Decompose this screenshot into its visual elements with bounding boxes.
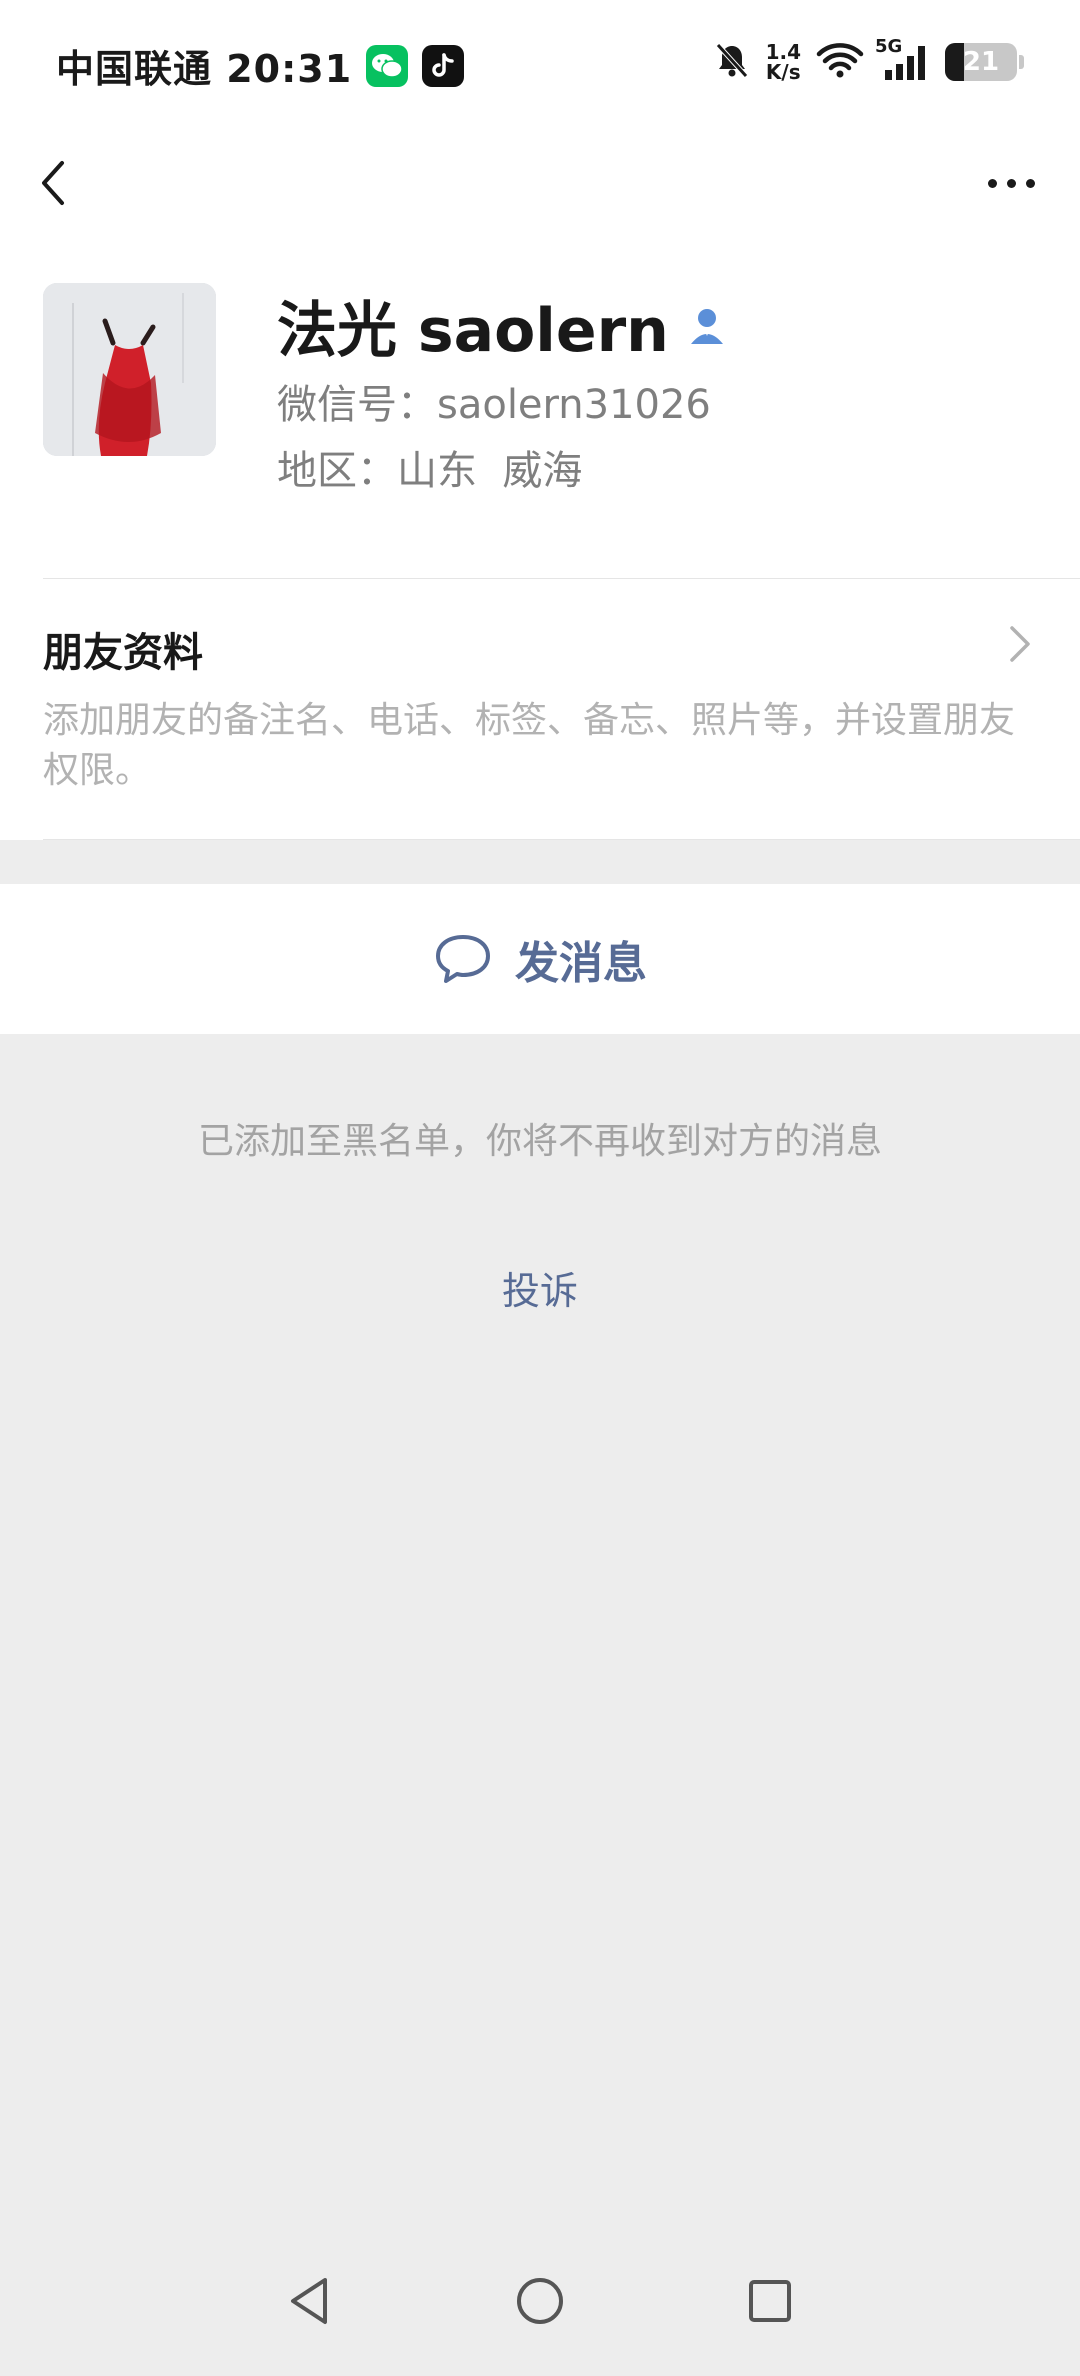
wifi-icon	[815, 40, 865, 84]
system-back-button[interactable]	[275, 2266, 345, 2336]
wechat-id: 微信号：saolern31026	[277, 382, 711, 428]
chevron-left-icon	[42, 161, 64, 205]
friend-info-row[interactable]: 朋友资料 添加朋友的备注名、电话、标签、备忘、照片等，并设置朋友权限。	[0, 578, 1080, 840]
blacklist-notice: 已添加至黑名单，你将不再收到对方的消息	[197, 1121, 882, 1162]
contact-profile-screen: 中国联通 20:31 1.4 K/s 5G 21 法光 saolern 微信号：…	[0, 0, 1080, 2376]
send-message-button[interactable]: 发消息	[0, 884, 1080, 1034]
nav-bar	[0, 130, 1080, 240]
more-dot	[1025, 178, 1035, 188]
back-button[interactable]	[30, 148, 100, 218]
profile-header: 法光 saolern 微信号：saolern31026 地区：山东 威海	[0, 240, 1080, 578]
chevron-right-icon	[1000, 614, 1040, 674]
divider	[43, 578, 1080, 579]
status-bar-right: 1.4 K/s 5G 21	[712, 36, 1024, 84]
battery-icon: 21	[945, 43, 1017, 81]
triangle-back-icon	[291, 2278, 327, 2324]
divider	[43, 839, 1080, 840]
region: 地区：山东 威海	[277, 448, 583, 494]
more-dot	[987, 178, 997, 188]
net-speed-unit: K/s	[765, 60, 801, 84]
avatar[interactable]	[43, 283, 216, 456]
chat-bubble-icon	[436, 935, 490, 983]
battery-level: 21	[962, 47, 1000, 77]
circle-home-icon	[517, 2278, 563, 2324]
friend-info-title: 朋友资料	[43, 630, 203, 676]
name-row: 法光 saolern	[277, 282, 729, 369]
profile-name: 法光 saolern	[277, 296, 669, 366]
tiktok-icon	[422, 44, 465, 87]
contact-person-icon	[685, 304, 729, 348]
system-recents-button[interactable]	[735, 2266, 805, 2336]
bell-muted-icon	[712, 40, 752, 84]
signal-icon: 5G	[875, 36, 931, 82]
friend-info-description: 添加朋友的备注名、电话、标签、备忘、照片等，并设置朋友权限。	[43, 700, 1016, 791]
net-speed: 1.4 K/s	[766, 42, 801, 82]
complain-link: 投诉	[0, 1260, 1080, 1315]
net-speed-value: 1.4	[765, 40, 801, 64]
more-dot	[1006, 178, 1016, 188]
system-home-button[interactable]	[505, 2266, 575, 2336]
avatar-image	[43, 283, 216, 456]
status-bar-left: 中国联通 20:31	[56, 38, 465, 93]
wechat-icon	[366, 44, 409, 87]
status-bar: 中国联通 20:31 1.4 K/s 5G 21	[0, 0, 1080, 130]
carrier-time: 中国联通 20:31	[56, 47, 353, 91]
complain-label[interactable]: 投诉	[502, 1269, 578, 1313]
system-navigation-bar	[0, 2226, 1080, 2376]
square-recents-icon	[749, 2280, 791, 2322]
more-button[interactable]	[966, 148, 1056, 218]
battery-tip	[1019, 55, 1024, 69]
send-message-label: 发消息	[515, 938, 647, 989]
